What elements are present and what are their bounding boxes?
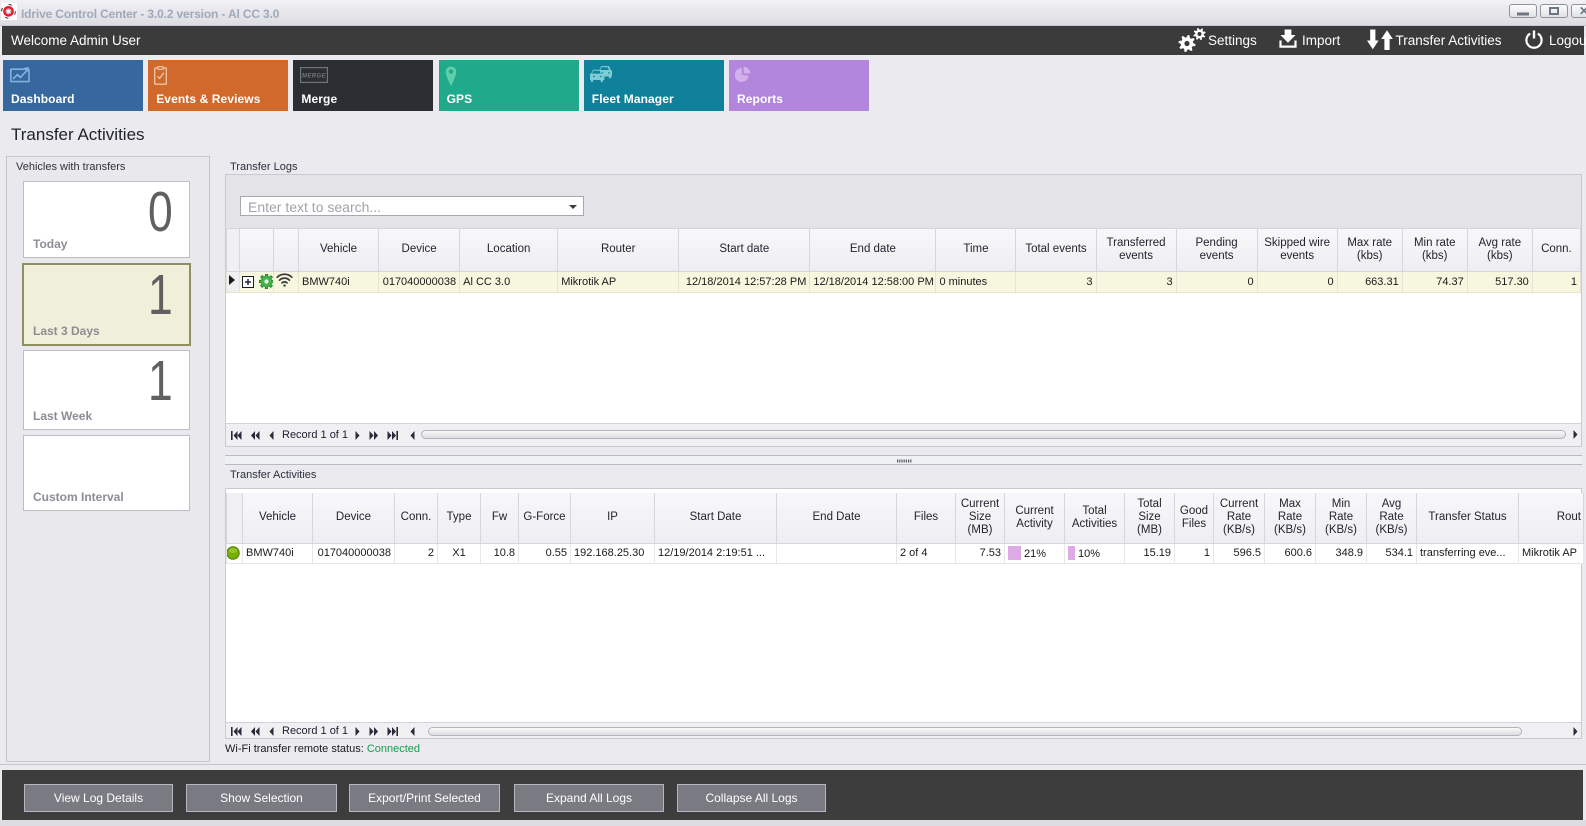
svg-text:MERGE: MERGE — [302, 74, 327, 80]
